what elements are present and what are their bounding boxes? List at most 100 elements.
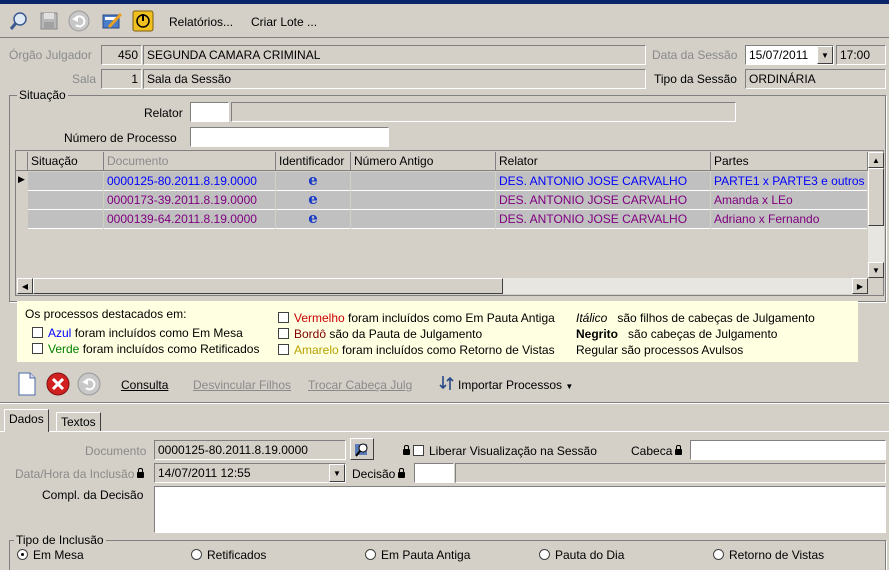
relator-label: Relator [144,106,183,120]
cell-numero-antigo [351,191,496,210]
radio-retorno-de-vistas[interactable]: Retorno de Vistas [713,548,824,562]
scroll-right-icon[interactable]: ▶ [852,278,868,294]
ie-icon[interactable]: e [276,191,351,210]
liberar-visualizacao[interactable]: Liberar Visualização na Sessão [400,444,597,458]
cell-relator: DES. ANTONIO JOSE CARVALHO [496,172,711,191]
checkbox-icon[interactable] [413,445,424,456]
col-partes[interactable]: Partes [711,152,868,171]
radio-pauta-do-dia[interactable]: Pauta do Dia [539,548,624,562]
search-icon[interactable] [6,9,32,33]
chevron-down-icon[interactable]: ▼ [817,46,833,64]
legend-italico: Itálico são filhos de cabeças de Julgame… [576,311,815,325]
tab-textos[interactable]: Textos [56,412,101,431]
cell-documento: 0000125-80.2011.8.19.0000 [104,172,276,191]
chevron-down-icon[interactable]: ▼ [329,464,345,482]
radio-icon[interactable] [191,549,202,560]
checkbox-icon[interactable] [278,328,289,339]
desvincular-button[interactable]: Desvincular Filhos [193,378,291,392]
import-icon[interactable] [438,374,456,395]
datahora-field[interactable]: 14/07/2011 12:55 [154,463,346,483]
relator-code-field[interactable] [190,102,229,122]
criar-lote-menu[interactable]: Criar Lote ... [251,15,317,29]
trocar-cabeca-button[interactable]: Trocar Cabeça Julg [308,378,412,392]
lock-icon [675,445,683,455]
divider [0,402,889,404]
radio-selected-icon[interactable] [17,549,28,560]
cell-numero-antigo [351,210,496,229]
cell-situacao [28,172,104,191]
cell-situacao [28,191,104,210]
col-relator[interactable]: Relator [496,152,711,171]
table-row[interactable]: 0000139-64.2011.8.19.0000 e DES. ANTONIO… [17,210,868,229]
situacao-title: Situação [17,88,68,102]
vertical-scrollbar[interactable]: ▲ ▼ [868,152,884,278]
scroll-left-icon[interactable]: ◀ [17,278,33,294]
cell-numero-antigo [351,172,496,191]
col-numero-antigo[interactable]: Número Antigo [351,152,496,171]
sala-label: Sala [72,72,97,86]
cell-partes: Amanda x LEo [711,191,868,210]
relator-name-field [231,102,736,122]
cell-situacao [28,210,104,229]
col-situacao[interactable]: Situação [28,152,104,171]
table-row[interactable]: ▶ 0000125-80.2011.8.19.0000 e DES. ANTON… [17,172,868,191]
legend-bordo: Bordô são da Pauta de Julgamento [278,327,482,341]
delete-icon[interactable] [46,372,70,399]
consulta-button[interactable]: Consulta [121,378,168,392]
checkbox-icon[interactable] [278,312,289,323]
tab-panel-border [0,431,889,432]
checkbox-icon[interactable] [278,344,289,355]
table-row[interactable]: 0000173-39.2011.8.19.0000 e DES. ANTONIO… [17,191,868,210]
decisao-code-field[interactable] [414,463,454,483]
tipo-inclusao-title: Tipo de Inclusão [14,533,106,547]
save-icon[interactable] [36,9,62,33]
new-document-icon[interactable] [17,372,37,399]
ie-icon[interactable]: e [276,210,351,229]
decisao-label: Decisão [352,467,408,481]
importar-processos-menu[interactable]: Importar Processos ▼ [458,378,573,392]
orgao-label: Órgão Julgador [9,48,92,62]
tab-dados[interactable]: Dados [4,409,49,432]
tipo-sessao-field[interactable]: ORDINÁRIA [745,69,886,89]
lock-icon [137,468,145,478]
horizontal-scroll-thumb[interactable] [33,278,503,294]
documento-field[interactable]: 0000125-80.2011.8.19.0000 [154,440,346,460]
cell-documento: 0000139-64.2011.8.19.0000 [104,210,276,229]
compl-decisao-label: Compl. da Decisão [42,488,144,502]
scroll-down-icon[interactable]: ▼ [868,262,884,278]
horizontal-scrollbar[interactable]: ◀ ▶ [17,278,868,294]
radio-icon[interactable] [713,549,724,560]
radio-retificados[interactable]: Retificados [191,548,266,562]
hora-sessao-field[interactable]: 17:00 [836,45,886,65]
scroll-up-icon[interactable]: ▲ [868,152,884,168]
sala-name-field[interactable]: Sala da Sessão [143,69,646,89]
edit-document-icon[interactable] [99,9,125,33]
cell-relator: DES. ANTONIO JOSE CARVALHO [496,210,711,229]
col-identificador[interactable]: Identificador [276,152,351,171]
orgao-code-field[interactable]: 450 [101,45,142,65]
sala-code-field[interactable]: 1 [101,69,142,89]
vertical-scroll-thumb[interactable] [868,168,884,226]
radio-icon[interactable] [365,549,376,560]
radio-em-pauta-antiga[interactable]: Em Pauta Antiga [365,548,470,562]
cell-relator: DES. ANTONIO JOSE CARVALHO [496,191,711,210]
power-icon[interactable] [130,9,156,33]
compl-decisao-textarea[interactable] [154,486,886,533]
legend-panel: Os processos destacados em: Azul foram i… [17,301,858,362]
orgao-name-field[interactable]: SEGUNDA CAMARA CRIMINAL [143,45,646,65]
processo-input[interactable] [190,127,389,147]
checkbox-icon[interactable] [32,343,43,354]
radio-icon[interactable] [539,549,550,560]
radio-em-mesa[interactable]: Em Mesa [17,548,84,562]
checkbox-icon[interactable] [32,327,43,338]
relatorios-menu[interactable]: Relatórios... [169,15,233,29]
legend-vermelho: Vermelho foram incluídos como Em Pauta A… [278,311,555,325]
undo-icon[interactable] [66,9,92,33]
cabeca-label: Cabeca [631,444,685,458]
lock-icon [403,445,410,455]
lookup-icon[interactable] [350,438,374,460]
ie-icon[interactable]: e [276,172,351,191]
col-documento[interactable]: Documento [104,152,276,171]
cabeca-field[interactable] [690,440,886,460]
undo-icon[interactable] [77,372,101,399]
